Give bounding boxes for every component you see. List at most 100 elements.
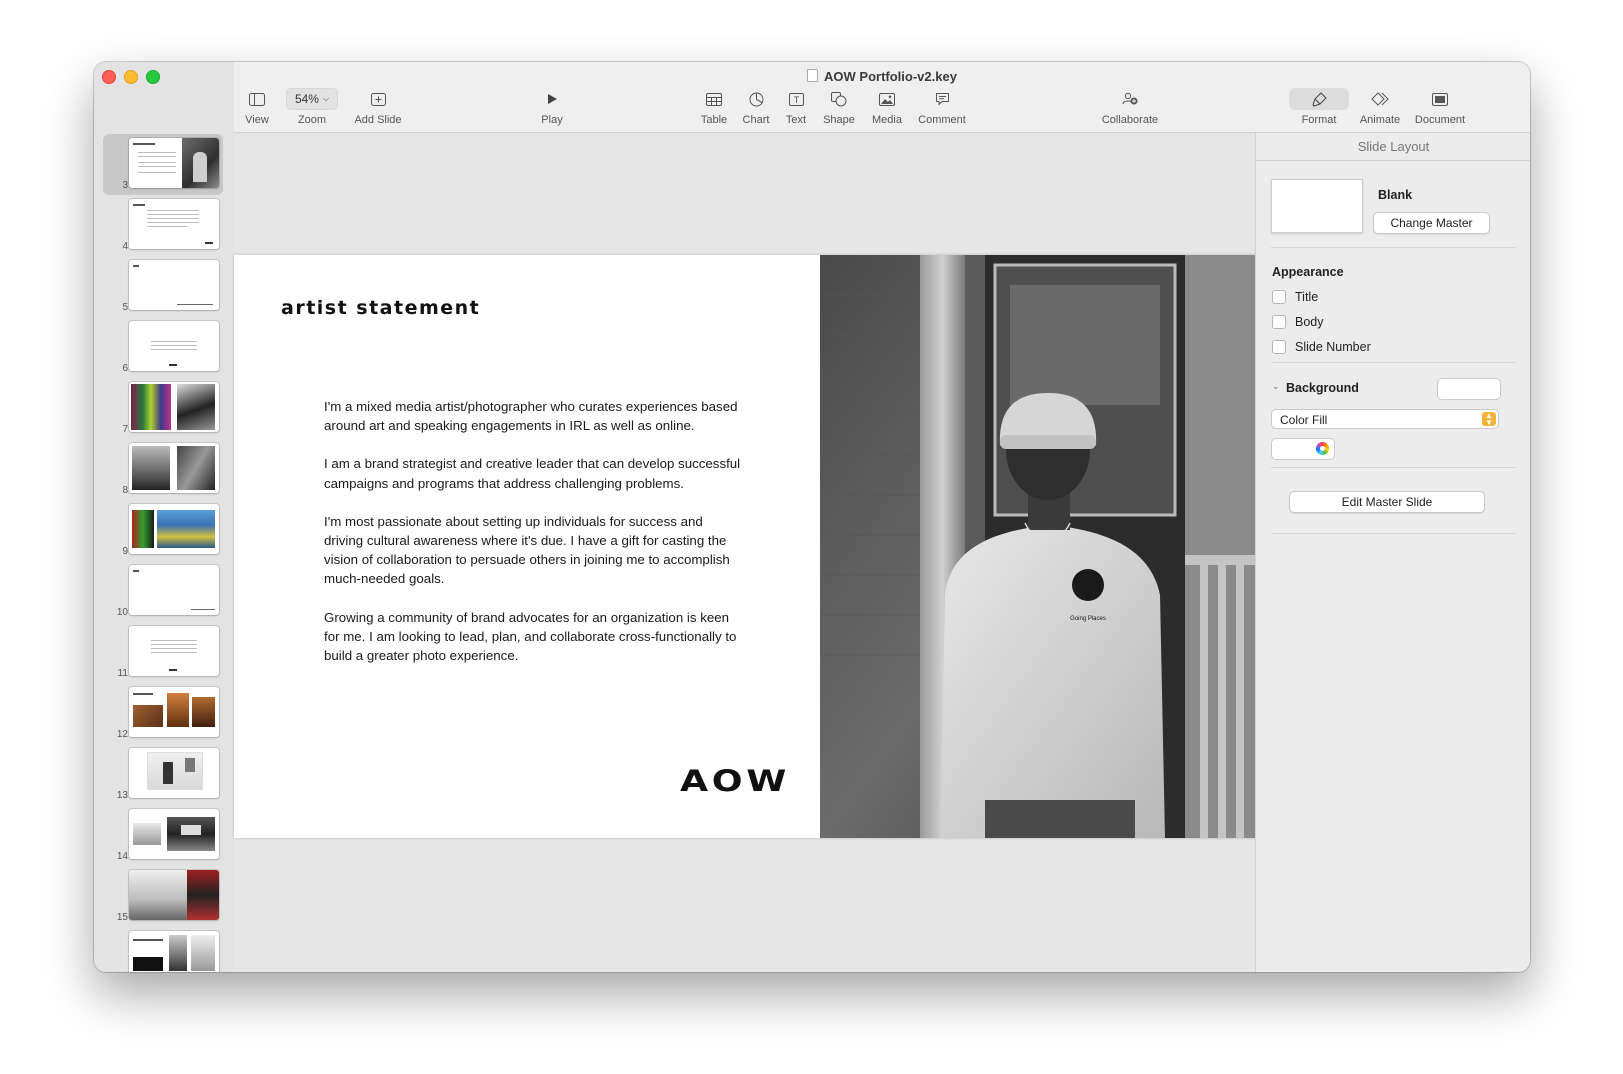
select-arrows-icon: ▲ ▼ — [1482, 412, 1496, 427]
body-paragraph[interactable]: I'm a mixed media artist/photographer wh… — [324, 397, 744, 435]
toolbar: AOW Portfolio-v2.key View 54% ⌵ Zoom Add … — [234, 62, 1530, 133]
slide-thumbnail-3[interactable]: 3 — [94, 134, 234, 195]
slide-number: 14 — [116, 851, 128, 862]
body-checkbox[interactable] — [1272, 315, 1286, 329]
slide-thumb-image — [129, 321, 219, 371]
format-label: Format — [1301, 114, 1337, 126]
title-checkbox-row[interactable]: Title — [1272, 290, 1318, 304]
table-button[interactable]: Table — [697, 88, 731, 126]
document-label: Document — [1414, 114, 1466, 126]
slide-thumbnail-15[interactable]: 15 — [94, 866, 234, 927]
slide-heading[interactable]: artist statement — [281, 297, 480, 319]
text-label: Text — [785, 114, 807, 126]
slide-thumbnail-6[interactable]: 6 — [94, 317, 234, 378]
slide-canvas[interactable]: artist statement I'm a mixed media artis… — [234, 133, 1255, 972]
slide-thumb-image — [129, 931, 219, 972]
shape-icon — [819, 88, 859, 110]
slide-thumb-image — [129, 443, 219, 493]
slide-thumbnail-16[interactable] — [94, 927, 234, 972]
collaborate-icon — [1098, 88, 1162, 110]
background-section: ⌄ Background Color Fill ▲ ▼ — [1256, 364, 1530, 469]
comment-button[interactable]: Comment — [914, 88, 970, 126]
inspector-header: Slide Layout — [1256, 133, 1530, 161]
disclosure-chevron-icon[interactable]: ⌄ — [1272, 381, 1280, 392]
shape-button[interactable]: Shape — [819, 88, 859, 126]
slide-thumbnail-9[interactable]: 9 — [94, 500, 234, 561]
format-button[interactable]: Format — [1289, 88, 1349, 126]
slide-number: 10 — [116, 607, 128, 618]
slide-number: 13 — [116, 790, 128, 801]
text-box-icon: T — [781, 88, 811, 110]
close-window-button[interactable] — [102, 70, 116, 84]
media-button[interactable]: Media — [867, 88, 907, 126]
aow-logo[interactable]: AOW — [680, 764, 790, 798]
slide-thumbnail-14[interactable]: 14 — [94, 805, 234, 866]
slide-number: 12 — [116, 729, 128, 740]
portrait-photo[interactable]: Going Places — [820, 255, 1255, 838]
slide-number-checkbox-row[interactable]: Slide Number — [1272, 340, 1371, 354]
edit-master-section: Edit Master Slide — [1256, 469, 1530, 535]
slide-thumb-image — [129, 260, 219, 310]
slide-thumb-image — [129, 504, 219, 554]
chart-button[interactable]: Chart — [739, 88, 773, 126]
background-title: Background — [1286, 381, 1359, 395]
slide-number: 15 — [116, 912, 128, 923]
slide-thumb-image — [129, 199, 219, 249]
fullscreen-window-button[interactable] — [146, 70, 160, 84]
collaborate-label: Collaborate — [1101, 114, 1159, 126]
master-name: Blank — [1378, 188, 1413, 202]
minimize-window-button[interactable] — [124, 70, 138, 84]
zoom-control[interactable]: 54% ⌵ Zoom — [280, 88, 344, 126]
add-slide-label: Add Slide — [354, 114, 402, 126]
background-color-well[interactable] — [1437, 378, 1501, 400]
slide-thumb-image — [129, 626, 219, 676]
slide-thumbnail-8[interactable]: 8 — [94, 439, 234, 500]
slide-number: 3 — [122, 180, 128, 191]
animate-button[interactable]: Animate — [1356, 88, 1404, 126]
shirt-graphic-text: Going Places — [1070, 616, 1106, 622]
slide-number: 6 — [122, 363, 128, 374]
text-button[interactable]: T Text — [781, 88, 811, 126]
slide-number: 4 — [122, 241, 128, 252]
slide-thumbnail-7[interactable]: 7 — [94, 378, 234, 439]
slide-thumbnail-4[interactable]: 4 — [94, 195, 234, 256]
slide-number-checkbox[interactable] — [1272, 340, 1286, 354]
edit-master-slide-button[interactable]: Edit Master Slide — [1289, 491, 1485, 513]
slide-thumbnail-5[interactable]: 5 — [94, 256, 234, 317]
change-master-button[interactable]: Change Master — [1373, 212, 1490, 234]
zoom-popup[interactable]: 54% ⌵ — [285, 88, 339, 110]
master-thumbnail[interactable] — [1271, 179, 1363, 233]
slide-thumb-image — [129, 809, 219, 859]
slide-number: 5 — [122, 302, 128, 313]
collaborate-button[interactable]: Collaborate — [1098, 88, 1162, 126]
slide-number: 11 — [117, 668, 128, 679]
slide-thumbnail-11[interactable]: 11 — [94, 622, 234, 683]
body-paragraph[interactable]: I am a brand strategist and creative lea… — [324, 454, 744, 492]
slide-thumbnail-10[interactable]: 10 — [94, 561, 234, 622]
media-label: Media — [872, 114, 902, 126]
chevron-down-icon: ⌵ — [322, 94, 330, 103]
title-checkbox[interactable] — [1272, 290, 1286, 304]
current-slide[interactable]: artist statement I'm a mixed media artis… — [234, 255, 1255, 838]
fill-type-select[interactable]: Color Fill ▲ ▼ — [1271, 409, 1499, 429]
format-inspector: Slide Layout Blank Change Master Appeara… — [1255, 133, 1530, 972]
slide-number: 8 — [122, 485, 128, 496]
sidebar-icon — [240, 88, 274, 110]
slide-thumbnail-list[interactable]: 3 4 5 6 7 8 9 10 11 12 13 14 15 — [94, 134, 234, 972]
svg-text:T: T — [793, 95, 799, 105]
view-button[interactable]: View — [240, 88, 274, 126]
color-wheel-icon[interactable] — [1316, 442, 1329, 455]
document-button[interactable]: Document — [1412, 88, 1468, 126]
slide-thumbnail-12[interactable]: 12 — [94, 683, 234, 744]
body-paragraph[interactable]: Growing a community of brand advocates f… — [324, 608, 744, 666]
play-button[interactable]: Play — [534, 88, 570, 126]
paintbrush-icon — [1289, 88, 1349, 110]
table-icon — [697, 88, 731, 110]
slide-body-text[interactable]: I'm a mixed media artist/photographer wh… — [324, 397, 744, 684]
view-label: View — [245, 114, 269, 126]
slide-thumbnail-13[interactable]: 13 — [94, 744, 234, 805]
add-slide-button[interactable]: Add Slide — [349, 88, 407, 126]
slide-thumb-image — [129, 565, 219, 615]
body-paragraph[interactable]: I'm most passionate about setting up ind… — [324, 512, 744, 589]
body-checkbox-row[interactable]: Body — [1272, 315, 1324, 329]
